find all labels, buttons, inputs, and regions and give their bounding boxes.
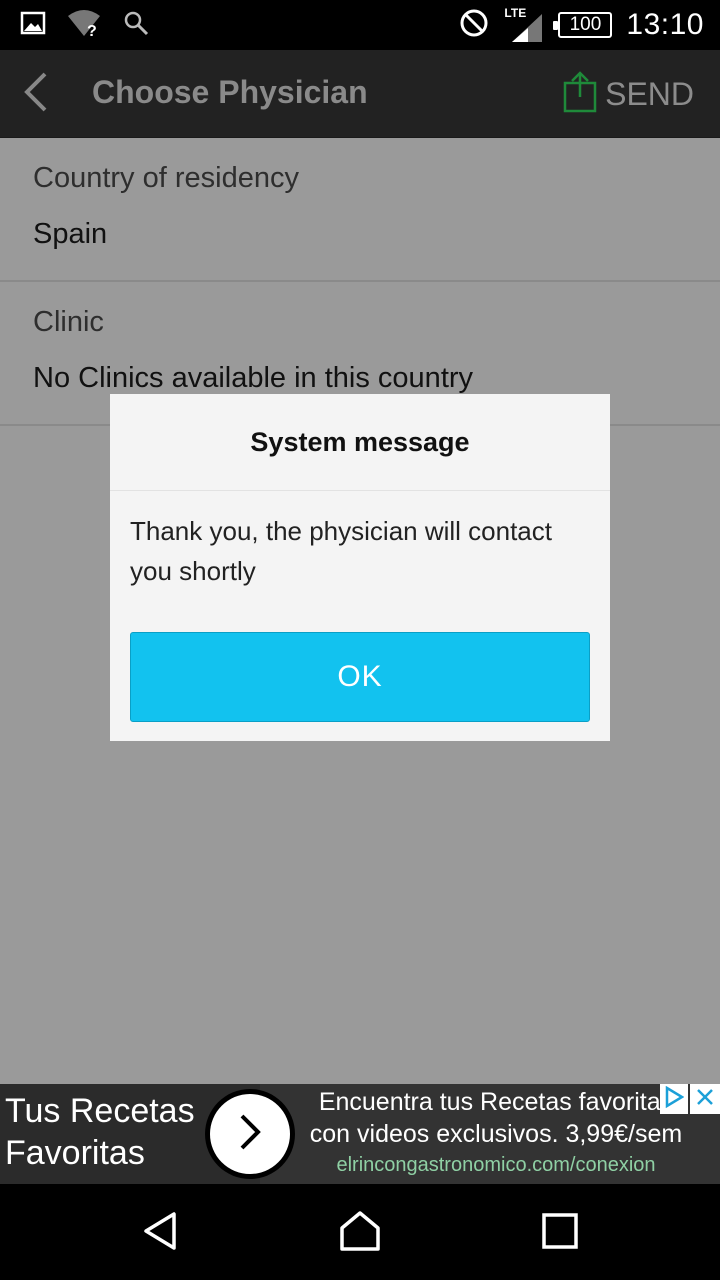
nav-home-button[interactable] bbox=[335, 1208, 385, 1258]
ad-body: Encuentra tus Recetas favoritas con vide… bbox=[296, 1086, 696, 1180]
back-button[interactable] bbox=[10, 68, 62, 120]
chevron-right-icon bbox=[237, 1112, 263, 1157]
search-icon bbox=[122, 9, 150, 42]
app-bar: Choose Physician SEND bbox=[0, 50, 720, 138]
close-icon bbox=[695, 1087, 715, 1112]
dialog-message: Thank you, the physician will contact yo… bbox=[130, 516, 552, 586]
ad-choices-button[interactable] bbox=[660, 1084, 688, 1114]
image-icon bbox=[20, 10, 46, 41]
ad-banner[interactable]: Tus Recetas Favoritas Encuentra tus Rece… bbox=[0, 1084, 720, 1184]
dialog-title: System message bbox=[110, 394, 610, 491]
clock: 13:10 bbox=[626, 8, 704, 41]
clinic-value: No Clinics available in this country bbox=[33, 362, 474, 394]
country-field[interactable]: Country of residency Spain bbox=[0, 138, 720, 282]
ad-open-button[interactable] bbox=[205, 1089, 295, 1179]
do-not-disturb-icon bbox=[458, 7, 490, 44]
ad-headline: Tus Recetas Favoritas bbox=[5, 1092, 195, 1172]
status-bar-left: ? bbox=[20, 8, 150, 43]
system-message-dialog: System message Thank you, the physician … bbox=[110, 394, 610, 741]
ad-close-button[interactable] bbox=[690, 1084, 720, 1114]
send-button[interactable]: SEND bbox=[563, 68, 694, 120]
wifi-unknown-icon: ? bbox=[66, 8, 102, 43]
battery-level: 100 bbox=[569, 14, 602, 35]
triangle-back-icon bbox=[140, 1210, 180, 1257]
navigation-bar bbox=[0, 1184, 720, 1280]
country-label: Country of residency bbox=[33, 162, 299, 194]
ad-choices-icon bbox=[664, 1085, 685, 1113]
battery-icon: 100 bbox=[553, 12, 613, 38]
ok-button[interactable]: OK bbox=[130, 632, 590, 722]
page-title: Choose Physician bbox=[92, 74, 368, 110]
ad-url: elrincongastronomico.com/conexion bbox=[336, 1154, 656, 1176]
status-bar: ? LTE 100 13:10 bbox=[0, 0, 720, 50]
ad-arrow-circle bbox=[210, 1094, 290, 1174]
share-upload-icon bbox=[563, 70, 597, 118]
svg-text:?: ? bbox=[87, 23, 97, 38]
nav-back-button[interactable] bbox=[135, 1208, 185, 1258]
ad-line-2: con videos exclusivos. 3,99€/sem bbox=[309, 1120, 683, 1148]
send-label: SEND bbox=[605, 75, 694, 112]
clinic-label: Clinic bbox=[33, 306, 104, 338]
signal-icon: LTE bbox=[504, 6, 544, 44]
chevron-left-icon bbox=[21, 70, 51, 119]
nav-recents-button[interactable] bbox=[535, 1208, 585, 1258]
country-value: Spain bbox=[33, 218, 108, 250]
status-bar-right: LTE 100 13:10 bbox=[458, 6, 704, 44]
square-recents-icon bbox=[541, 1212, 579, 1255]
ad-line-1: Encuentra tus Recetas favoritas bbox=[318, 1088, 674, 1116]
home-icon bbox=[338, 1210, 382, 1257]
